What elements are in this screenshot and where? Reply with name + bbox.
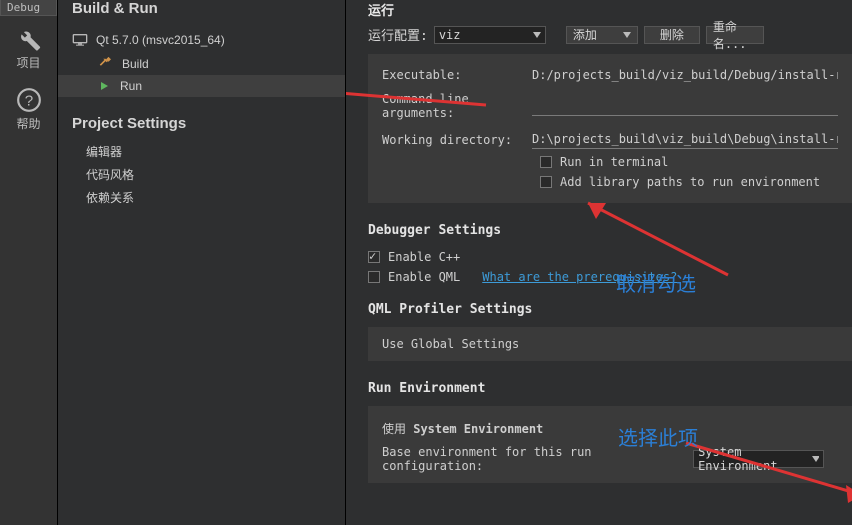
add-lib-checkbox[interactable]: [540, 176, 552, 188]
run-in-terminal-label: Run in terminal: [560, 155, 668, 169]
tree-run[interactable]: Run: [58, 75, 345, 97]
hammer-icon: [98, 57, 112, 71]
exe-value: D:/projects_build/viz_build/Debug/instal…: [532, 68, 838, 82]
env-use-value: System Environment: [413, 422, 543, 436]
base-env-combo[interactable]: System Environment: [693, 450, 824, 468]
run-config-label: 运行配置:: [368, 25, 428, 44]
env-group: 使用 System Environment Base environment f…: [368, 406, 852, 483]
left-rail: Debug 项目 ? 帮助: [0, 0, 58, 525]
help-icon: ?: [16, 87, 42, 113]
qml-title: QML Profiler Settings: [346, 296, 852, 327]
tree-run-label: Run: [120, 79, 142, 93]
qml-use-global: Use Global Settings: [382, 337, 519, 351]
exe-label: Executable:: [382, 68, 532, 82]
base-env-label: Base environment for this run configurat…: [382, 445, 687, 473]
svg-text:?: ?: [24, 92, 32, 109]
add-button[interactable]: 添加: [566, 26, 638, 44]
wd-label: Working directory:: [382, 133, 532, 147]
tree-build[interactable]: Build: [58, 53, 345, 75]
qml-group: Use Global Settings: [368, 327, 852, 361]
enable-cpp-checkbox[interactable]: [368, 251, 380, 263]
chevron-down-icon: [533, 32, 541, 38]
enable-qml-checkbox[interactable]: [368, 271, 380, 283]
rail-help[interactable]: ? 帮助: [0, 77, 57, 138]
main-panel: 运行 运行配置: viz 添加 删除 重命名... Executable: D:…: [346, 0, 852, 525]
sidebar: Build & Run Qt 5.7.0 (msvc2015_64) Build…: [58, 0, 346, 525]
sidebar-item-editor[interactable]: 编辑器: [58, 140, 345, 163]
tree-build-label: Build: [122, 57, 149, 71]
play-icon: [98, 80, 110, 92]
run-config-row: 运行配置: viz 添加 删除 重命名...: [346, 25, 852, 54]
rename-button[interactable]: 重命名...: [706, 26, 764, 44]
sidebar-item-codestyle[interactable]: 代码风格: [58, 163, 345, 186]
enable-cpp-label: Enable C++: [388, 250, 460, 264]
debug-tab[interactable]: Debug: [0, 0, 57, 16]
env-title: Run Environment: [346, 375, 852, 406]
kit-label: Qt 5.7.0 (msvc2015_64): [96, 33, 225, 47]
sidebar-head: Build & Run: [58, 0, 345, 27]
run-config-value: viz: [439, 28, 461, 42]
run-in-terminal-checkbox[interactable]: [540, 156, 552, 168]
rail-project[interactable]: 项目: [0, 16, 57, 77]
chevron-down-icon: [623, 32, 631, 38]
sidebar-section: Project Settings: [58, 97, 345, 140]
monitor-icon: [72, 33, 88, 47]
args-label: Command line arguments:: [382, 92, 532, 120]
env-use-prefix: 使用: [382, 422, 413, 436]
enable-qml-label: Enable QML: [388, 270, 460, 284]
args-input[interactable]: [532, 97, 838, 116]
run-config-combo[interactable]: viz: [434, 26, 546, 44]
prereq-link[interactable]: What are the prerequisites?: [482, 270, 677, 284]
add-lib-label: Add library paths to run environment: [560, 175, 820, 189]
debugger-title: Debugger Settings: [346, 217, 852, 248]
chevron-down-icon: [812, 456, 819, 462]
rail-help-label: 帮助: [16, 115, 40, 132]
run-settings-group: Executable: D:/projects_build/viz_build/…: [368, 54, 852, 203]
wrench-icon: [16, 26, 42, 52]
wd-input[interactable]: [532, 130, 838, 149]
kit-row[interactable]: Qt 5.7.0 (msvc2015_64): [58, 27, 345, 53]
sidebar-item-deps[interactable]: 依赖关系: [58, 186, 345, 209]
delete-button[interactable]: 删除: [644, 26, 700, 44]
run-title: 运行: [346, 0, 852, 25]
base-env-value: System Environment: [698, 445, 812, 473]
rail-project-label: 项目: [16, 54, 40, 71]
